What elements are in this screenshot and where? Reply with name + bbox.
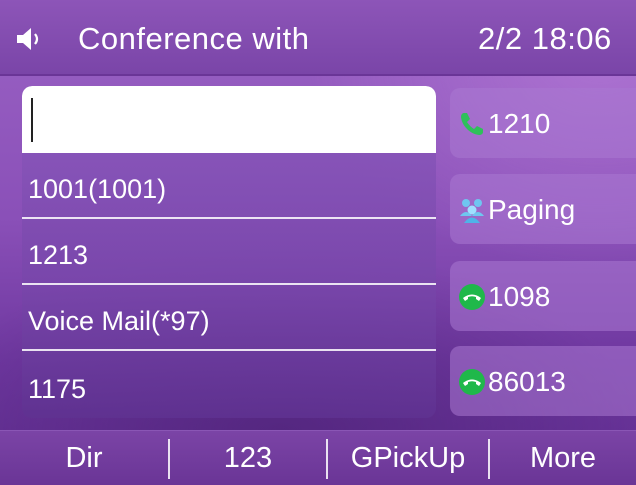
status-datetime: 2/2 18:06 <box>478 21 612 56</box>
list-item-label: 1001(1001) <box>28 174 167 204</box>
line-key-label: 1098 <box>488 281 551 312</box>
list-item-label: 1213 <box>28 240 89 270</box>
line-key-paging[interactable]: Paging <box>450 174 636 244</box>
line-key-1210[interactable]: 1210 <box>450 88 636 158</box>
list-item[interactable]: 1001(1001) <box>22 153 436 219</box>
search-box[interactable] <box>22 86 436 153</box>
line-key-1098[interactable]: 1098 <box>450 261 636 331</box>
search-input[interactable] <box>22 86 436 153</box>
line-key-label: 86013 <box>488 366 566 397</box>
list-item-label: Voice Mail(*97) <box>28 306 210 336</box>
hangup-icon <box>459 369 485 395</box>
softkey-123[interactable]: 123 <box>170 431 326 485</box>
softkey-gpickup[interactable]: GPickUp <box>328 431 488 485</box>
status-title: Conference with <box>78 21 310 56</box>
status-bar: Conference with 2/2 18:06 <box>0 0 636 76</box>
text-cursor <box>31 98 33 142</box>
list-item-label: 1175 <box>28 374 87 404</box>
line-key-label: Paging <box>488 194 576 225</box>
line-key-label: 1210 <box>488 108 551 139</box>
hangup-icon <box>459 284 485 310</box>
list-item[interactable]: Voice Mail(*97) <box>22 285 436 351</box>
softkey-dir[interactable]: Dir <box>0 431 168 485</box>
paging-group-icon <box>460 199 484 223</box>
list-item[interactable]: 1213 <box>22 219 436 285</box>
list-item[interactable]: 1175 <box>22 351 436 417</box>
directory-panel: 1001(1001) 1213 Voice Mail(*97) 1175 <box>22 86 436 418</box>
softkey-more[interactable]: More <box>490 431 636 485</box>
speaker-icon <box>17 28 39 50</box>
line-key-86013[interactable]: 86013 <box>450 346 636 416</box>
handset-icon <box>461 113 483 135</box>
softkey-bar: Dir 123 GPickUp More <box>0 430 636 485</box>
